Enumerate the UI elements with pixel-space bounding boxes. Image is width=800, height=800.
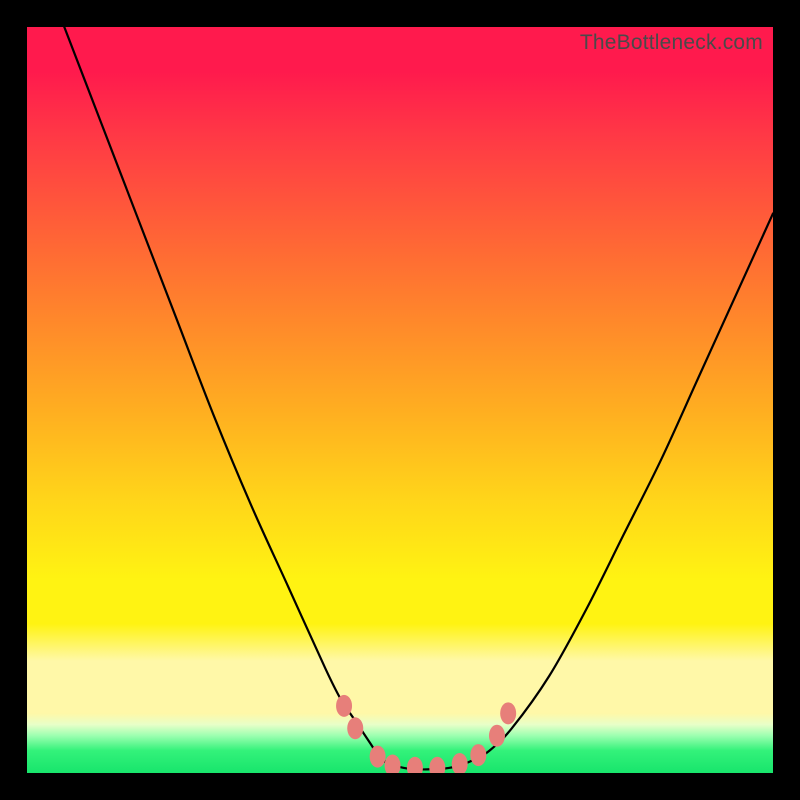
curve-svg <box>27 27 773 773</box>
valley-marker <box>452 753 468 773</box>
valley-marker <box>385 755 401 773</box>
curve-left-branch <box>64 27 385 762</box>
valley-marker <box>470 744 486 766</box>
valley-marker <box>489 725 505 747</box>
valley-marker <box>500 702 516 724</box>
valley-marker <box>347 717 363 739</box>
valley-marker <box>370 746 386 768</box>
valley-marker <box>336 695 352 717</box>
curve-right-branch <box>475 214 773 760</box>
chart-frame: TheBottleneck.com <box>0 0 800 800</box>
valley-marker <box>429 757 445 773</box>
plot-area: TheBottleneck.com <box>27 27 773 773</box>
valley-marker <box>407 757 423 773</box>
